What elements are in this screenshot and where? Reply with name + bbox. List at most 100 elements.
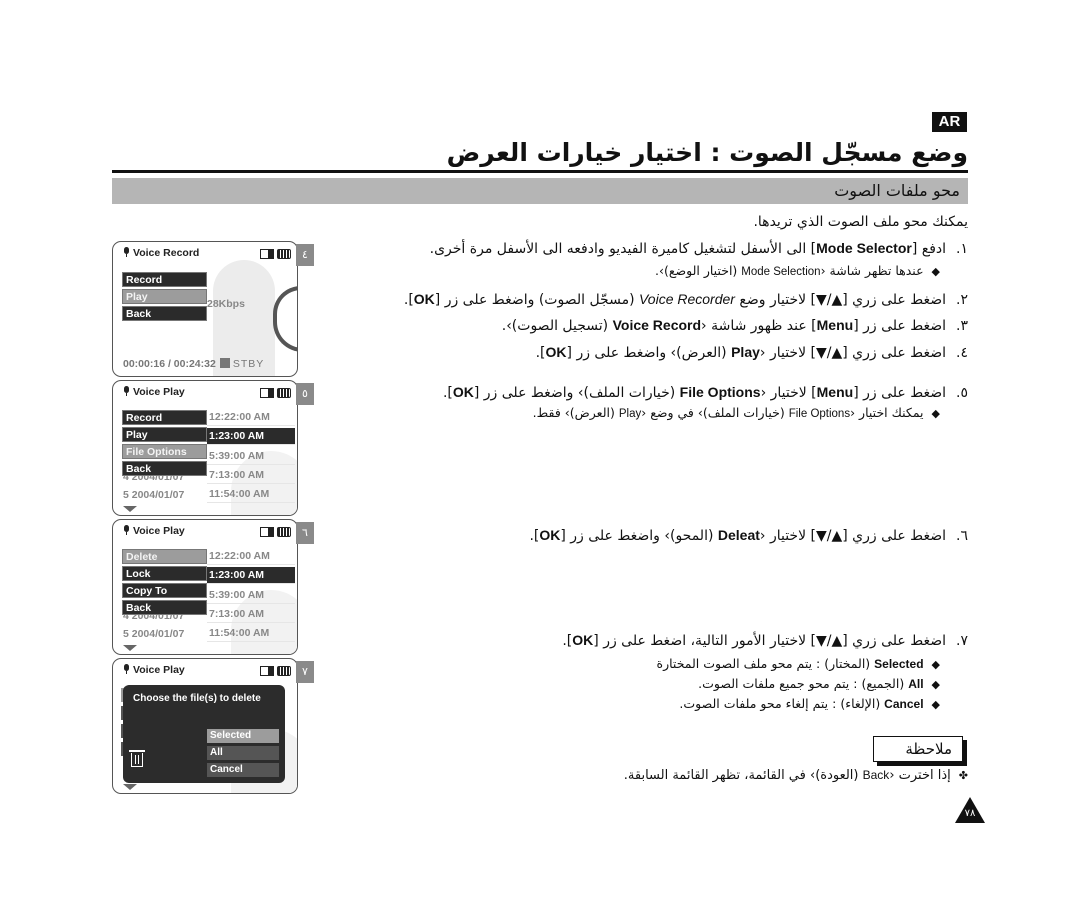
screen-header: Voice Play — [123, 525, 185, 537]
step-5-note: ◆ يمكنك اختيار ‹File Options (خيارات المل… — [533, 404, 940, 423]
menu-item-record[interactable]: Record — [122, 410, 207, 425]
screen-header: Voice Play — [123, 386, 185, 398]
option-all[interactable]: All — [207, 746, 279, 760]
step-text: اضغط على زر [ — [853, 385, 947, 401]
battery-icon — [277, 249, 291, 259]
step-tab-7: ٧ — [296, 661, 314, 683]
key-label: Menu — [816, 384, 854, 400]
step-4: ٤. اضغط على زري [▲/▼] لاختيار ‹Play (العر… — [536, 343, 968, 362]
list-time[interactable]: 5:39:00 AM — [207, 448, 295, 465]
page-title: وضع مسجّل الصوت : اختيار خيارات العرض — [446, 138, 968, 167]
step-text: ] عند ظهور شاشة ‹ — [701, 318, 817, 334]
key-label: Back — [862, 768, 890, 782]
step-text: ]. — [403, 292, 414, 308]
step-number: ٥. — [956, 385, 968, 401]
list-date[interactable]: 5 2004/01/07 — [123, 628, 184, 640]
list-time[interactable]: 12:22:00 AM — [207, 409, 295, 426]
screen-voice-play-menu: Voice Play 12:22:00 AM 1:23:00 AM 5:39:0… — [112, 380, 298, 516]
menu-item-back[interactable]: Back — [122, 306, 207, 321]
step-text: ]. — [529, 528, 540, 544]
option-text: (الجميع) : يتم محو جميع ملفات الصوت. — [698, 676, 909, 691]
microphone-icon — [123, 525, 130, 535]
list-time[interactable]: 11:54:00 AM — [207, 625, 295, 642]
elapsed-time: 00:00:16 / 00:24:32 — [123, 358, 216, 370]
microphone-icon — [123, 247, 130, 257]
head-silhouette-icon — [273, 286, 297, 352]
language-badge: AR — [932, 112, 967, 132]
stop-icon — [219, 358, 230, 368]
step-number: ٣. — [956, 318, 968, 334]
list-time[interactable]: 11:54:00 AM — [207, 486, 295, 503]
key-label: Play — [618, 408, 642, 420]
diamond-bullet-icon: ◆ — [931, 658, 940, 671]
status-label: STBY — [232, 358, 265, 370]
key-label: File Options — [788, 408, 851, 420]
step-text: (خيارات الملف)› واضغط على زر [ — [473, 385, 680, 401]
key-label: OK — [572, 632, 594, 648]
screen-menu: Delete Lock Copy To Back — [122, 549, 207, 617]
battery-icon — [277, 388, 291, 398]
step-7-option-all: ◆ All (الجميع) : يتم محو جميع ملفات الصوت… — [698, 675, 940, 694]
memory-card-icon — [260, 388, 274, 398]
memory-card-icon — [260, 249, 274, 259]
step-number: ٢. — [956, 292, 968, 308]
option-selected[interactable]: Selected — [207, 729, 279, 743]
menu-item-file-options[interactable]: File Options — [122, 444, 207, 459]
list-time-selected[interactable]: 1:23:00 AM — [207, 428, 295, 445]
menu-item-delete[interactable]: Delete — [122, 549, 207, 564]
option-cancel[interactable]: Cancel — [207, 763, 279, 777]
note-text-part: إذا اخترت ‹ — [889, 768, 951, 783]
step-1-note: ◆ عندها تظهر شاشة ‹Mode Selection (اختيار… — [655, 262, 940, 281]
menu-item-lock[interactable]: Lock — [122, 566, 207, 581]
note-text-part: (العودة)› في القائمة، تظهر القائمة الساب… — [623, 768, 863, 783]
scroll-down-icon[interactable] — [123, 784, 137, 790]
key-label: OK — [413, 291, 435, 307]
list-time[interactable]: 7:13:00 AM — [207, 467, 295, 484]
key-label: File Options — [679, 384, 761, 400]
note-text: ✤ إذا اخترت ‹Back (العودة)› في القائمة، ت… — [624, 766, 968, 785]
diamond-bullet-icon: ◆ — [931, 265, 940, 278]
list-date[interactable]: 5 2004/01/07 — [123, 489, 184, 501]
step-tab-5: ٥ — [296, 383, 314, 405]
list-time[interactable]: 5:39:00 AM — [207, 587, 295, 604]
step-text: اضغط على زري [▲/▼] لاختيار وضع — [734, 292, 947, 308]
trash-icon — [129, 750, 145, 767]
menu-item-play[interactable]: Play — [122, 427, 207, 442]
screen-file-options-menu: Voice Play 12:22:00 AM 1:23:00 AM 5:39:0… — [112, 519, 298, 655]
menu-item-back[interactable]: Back — [122, 461, 207, 476]
step-text: ] لاختيار ‹ — [760, 385, 817, 401]
step-7-option-selected: ◆ Selected (المختار) : يتم محو ملف الصوت … — [657, 655, 940, 674]
section-header: محو ملفات الصوت — [112, 178, 968, 204]
step-tab-4: ٤ — [296, 244, 314, 266]
list-time[interactable]: 12:22:00 AM — [207, 548, 295, 565]
key-label: OK — [539, 527, 561, 543]
step-5: ٥. اضغط على زر [Menu] لاختيار ‹File Optio… — [443, 383, 968, 402]
time-counter: 00:00:16 / 00:24:32 STBY — [123, 358, 264, 370]
memory-card-icon — [260, 666, 274, 676]
page-number: ٧٨ — [964, 808, 976, 819]
step-number: ٤. — [956, 345, 968, 361]
step-2: ٢. اضغط على زري [▲/▼] لاختيار وضع Voice R… — [404, 290, 968, 309]
screen-menu: Record Play File Options Back — [122, 410, 207, 478]
step-text: اضغط على زري [▲/▼] لاختيار الأمور التالي… — [593, 633, 947, 649]
step-text: ادفع [ — [911, 241, 947, 257]
step-7: ٧. اضغط على زري [▲/▼] لاختيار الأمور التا… — [562, 631, 968, 650]
screen-title: Voice Play — [133, 525, 185, 537]
scroll-down-icon[interactable] — [123, 506, 137, 512]
option-key: Selected — [874, 657, 924, 671]
step-text: ]. — [442, 385, 453, 401]
step-text: اضغط على زر [ — [853, 318, 947, 334]
menu-item-back[interactable]: Back — [122, 600, 207, 615]
menu-item-copy-to[interactable]: Copy To — [122, 583, 207, 598]
key-label: OK — [545, 344, 567, 360]
menu-item-play[interactable]: Play — [122, 289, 207, 304]
menu-item-record[interactable]: Record — [122, 272, 207, 287]
step-text: اضغط على زري [▲/▼] لاختيار ‹ — [759, 345, 947, 361]
list-time-selected[interactable]: 1:23:00 AM — [207, 567, 295, 584]
intro-text: يمكنك محو ملف الصوت الذي تريدها. — [753, 214, 968, 230]
list-time[interactable]: 7:13:00 AM — [207, 606, 295, 623]
key-label: OK — [452, 384, 474, 400]
step-text: (تسجيل الصوت)›. — [501, 318, 613, 334]
scroll-down-icon[interactable] — [123, 645, 137, 651]
screen-title: Voice Record — [133, 247, 200, 259]
